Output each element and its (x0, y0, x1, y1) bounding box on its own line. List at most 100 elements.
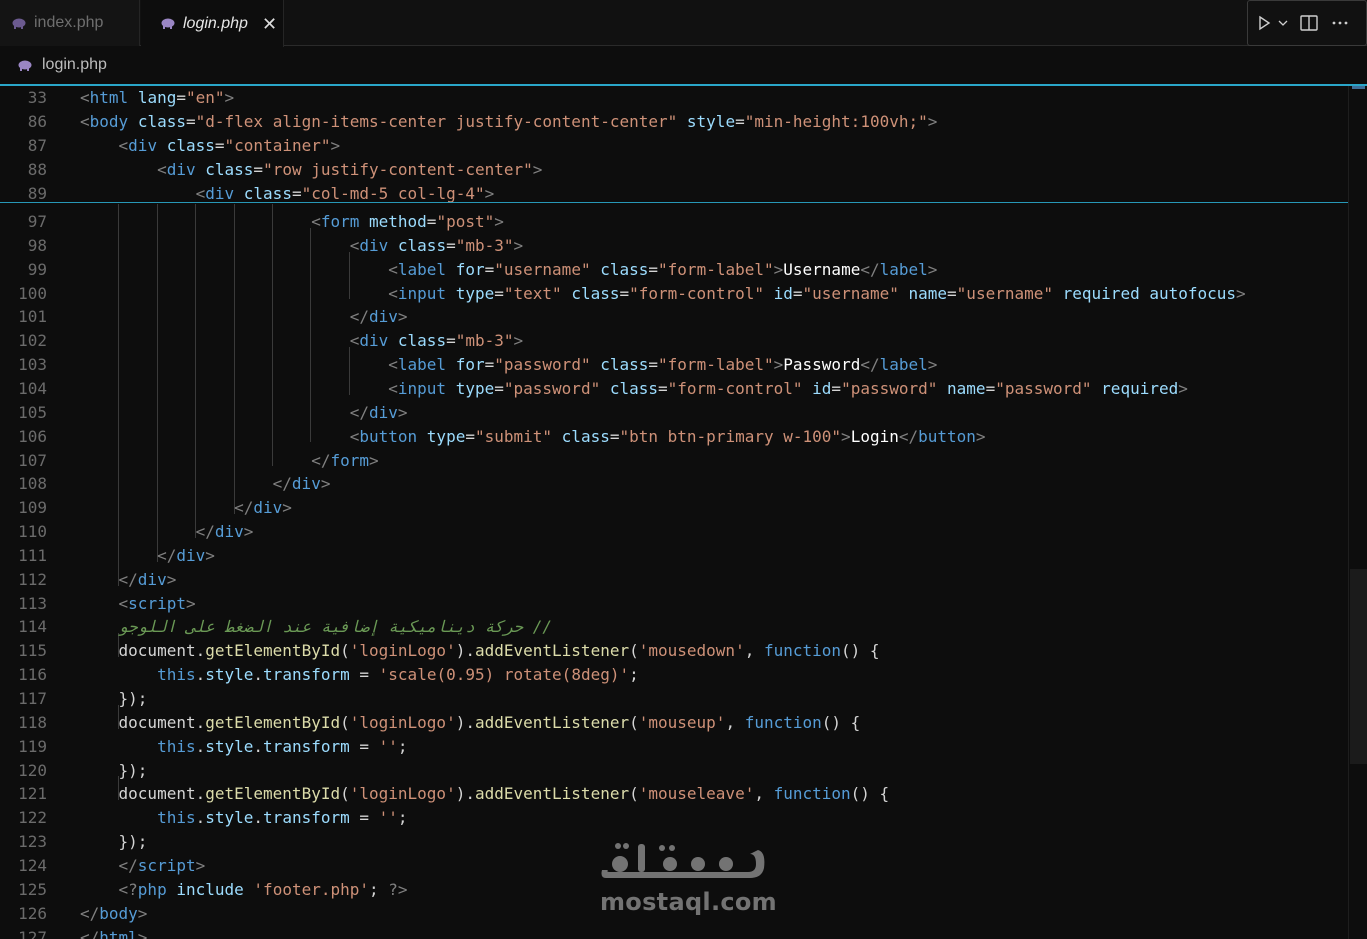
code-line[interactable]: 105 </div> (0, 401, 1348, 424)
line-code[interactable]: <div class="container"> (80, 134, 341, 157)
code-line[interactable]: 103 <label for="password" class="form-la… (0, 353, 1348, 376)
line-code[interactable]: <div class="mb-3"> (80, 329, 523, 352)
code-line[interactable]: 114 // حركة ديناميكية إضافية عند الضغط ع… (0, 615, 1348, 638)
vertical-scrollbar[interactable] (1348, 86, 1367, 939)
line-code[interactable]: </script> (80, 854, 206, 877)
line-code[interactable]: }); (80, 759, 148, 782)
code-token: "form-control" (629, 283, 764, 303)
line-code[interactable]: <input type="password" class="form-contr… (80, 377, 1188, 400)
code-token: "d-flex align-items-center justify-conte… (195, 112, 678, 131)
split-editor-icon[interactable] (1300, 15, 1318, 31)
code-line[interactable]: 98 <div class="mb-3"> (0, 234, 1348, 257)
code-line[interactable]: 87 <div class="container"> (0, 134, 1348, 157)
tab-index-php[interactable]: index.php (0, 0, 140, 46)
line-code[interactable]: <label for="username" class="form-label"… (80, 258, 937, 281)
code-line[interactable]: 104 <input type="password" class="form-c… (0, 377, 1348, 400)
line-code[interactable]: <input type="text" class="form-control" … (80, 282, 1245, 305)
code-line[interactable]: 121 document.getElementById('loginLogo')… (0, 782, 1348, 805)
line-code[interactable]: <div class="mb-3"> (80, 234, 523, 257)
code-line[interactable]: 116 this.style.transform = 'scale(0.95) … (0, 663, 1348, 686)
line-code[interactable]: </div> (80, 544, 215, 567)
line-code[interactable]: <body class="d-flex align-items-center j… (80, 110, 937, 133)
code-line[interactable]: 118 document.getElementById('loginLogo')… (0, 711, 1348, 734)
line-code[interactable]: document.getElementById('loginLogo').add… (80, 782, 890, 805)
chevron-down-icon[interactable] (1278, 18, 1288, 28)
code-line[interactable]: 108 </div> (0, 472, 1348, 495)
scrollbar-thumb[interactable] (1350, 569, 1367, 764)
code-line[interactable]: 115 document.getElementById('loginLogo')… (0, 639, 1348, 662)
line-code[interactable]: </div> (80, 472, 331, 495)
line-code[interactable]: <label for="password" class="form-label"… (80, 353, 937, 376)
code-token: = (349, 665, 379, 685)
code-token: document. (118, 712, 206, 732)
line-code[interactable]: </div> (80, 401, 408, 424)
code-token: > (282, 498, 292, 518)
line-code[interactable]: document.getElementById('loginLogo').add… (80, 711, 861, 734)
code-line[interactable]: 88 <div class="row justify-content-cente… (0, 158, 1348, 181)
code-token: < (388, 378, 398, 398)
code-line[interactable]: 112 </div> (0, 568, 1348, 591)
code-line[interactable]: 33 <html lang="en"> (0, 86, 1348, 109)
line-code[interactable]: this.style.transform = 'scale(0.95) rota… (80, 663, 639, 686)
code-token: ; (629, 665, 639, 685)
code-token: lang (137, 88, 177, 107)
code-line[interactable]: 122 this.style.transform = ''; (0, 806, 1348, 829)
code-line[interactable]: 111 </div> (0, 544, 1348, 567)
code-line[interactable]: 127 </html> (0, 926, 1348, 939)
code-token: }); (118, 689, 148, 708)
code-line[interactable]: 107 </form> (0, 449, 1348, 472)
play-icon[interactable] (1256, 15, 1272, 31)
code-line[interactable]: 102 <div class="mb-3"> (0, 329, 1348, 352)
line-code[interactable]: </div> (80, 496, 292, 519)
breadcrumb-file[interactable]: login.php (42, 56, 107, 74)
line-code[interactable]: </div> (80, 520, 254, 543)
code-token: > (513, 235, 524, 255)
code-line[interactable]: 113 <script> (0, 592, 1348, 615)
line-code[interactable]: </body> (80, 902, 147, 925)
code-line[interactable]: 106 <button type="submit" class="btn btn… (0, 425, 1348, 448)
code-token: ( (340, 641, 350, 661)
code-line[interactable]: 99 <label for="username" class="form-lab… (0, 258, 1348, 281)
code-line[interactable]: 100 <input type="text" class="form-contr… (0, 282, 1348, 305)
code-token: 'footer.php' (253, 879, 370, 899)
line-code[interactable]: }); (80, 830, 148, 853)
code-token: transform (263, 808, 350, 828)
code-line[interactable]: 101 </div> (0, 305, 1348, 328)
line-code[interactable]: </div> (80, 305, 408, 328)
line-code[interactable]: this.style.transform = ''; (80, 806, 408, 829)
code-token: type (426, 426, 466, 446)
code-line[interactable]: 110 </div> (0, 520, 1348, 543)
tab-login-php[interactable]: login.php ✕ (141, 0, 284, 47)
line-code[interactable]: </div> (80, 568, 177, 591)
line-code[interactable]: this.style.transform = ''; (80, 735, 408, 758)
line-code[interactable]: document.getElementById('loginLogo').add… (80, 639, 880, 662)
line-code[interactable]: <script> (80, 592, 196, 615)
line-code[interactable]: <form method="post"> (80, 210, 504, 233)
line-code[interactable]: <div class="row justify-content-center"> (80, 158, 542, 181)
line-code[interactable]: <html lang="en"> (80, 86, 234, 109)
close-icon[interactable]: ✕ (262, 15, 277, 33)
breadcrumb[interactable]: login.php (0, 46, 1367, 86)
code-editor[interactable]: 33 <html lang="en"> 86 <body class="d-flex … (0, 86, 1348, 939)
line-code[interactable]: <button type="submit" class="btn btn-pri… (80, 425, 986, 448)
code-token: style (686, 112, 736, 131)
line-code[interactable]: }); (80, 687, 148, 710)
code-line[interactable]: 120 }); (0, 759, 1348, 782)
line-code[interactable]: // حركة ديناميكية إضافية عند الضغط على ا… (80, 615, 552, 638)
code-line[interactable]: 86 <body class="d-flex align-items-center… (0, 110, 1348, 133)
more-icon[interactable] (1332, 20, 1348, 26)
code-line[interactable]: 97 <form method="post"> (0, 210, 1348, 233)
line-code[interactable]: <?php include 'footer.php'; ?> (80, 878, 408, 901)
code-token: = (176, 88, 186, 107)
code-line[interactable]: 117 }); (0, 687, 1348, 710)
line-code[interactable]: </html> (80, 926, 147, 939)
code-token: button (359, 426, 418, 446)
code-line[interactable]: 109 </div> (0, 496, 1348, 519)
code-line[interactable]: 119 this.style.transform = ''; (0, 735, 1348, 758)
line-code[interactable]: </form> (80, 449, 378, 472)
